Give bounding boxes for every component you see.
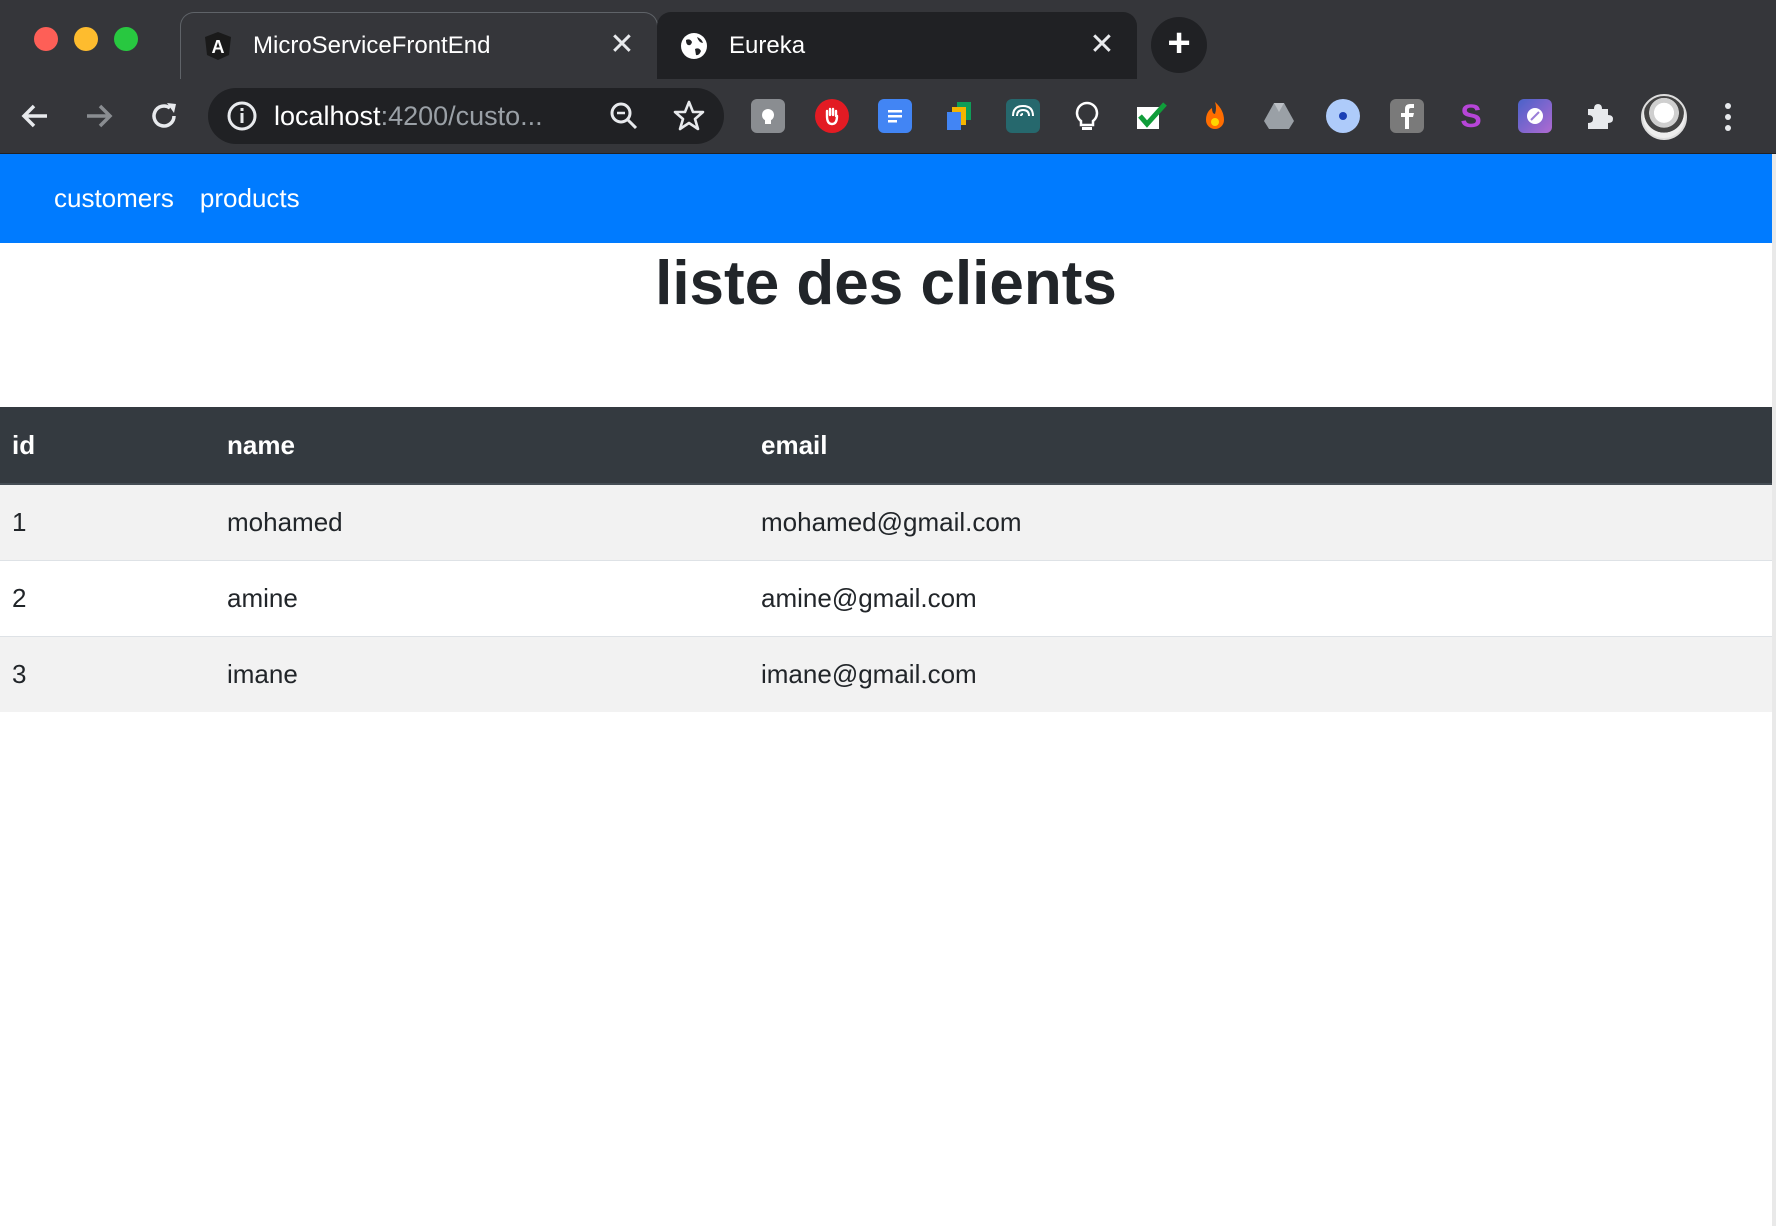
cell-id: 3 <box>12 658 27 689</box>
table-row: 3 imane imane@gmail.com <box>0 636 1772 712</box>
nav-link-products[interactable]: products <box>200 183 300 214</box>
gray-extension-icon[interactable] <box>751 99 785 133</box>
app-navbar: customers products <box>0 154 1772 243</box>
cell-name: imane <box>227 658 298 689</box>
checkmark-extension-icon[interactable] <box>1134 99 1168 133</box>
angular-icon: A <box>203 31 233 61</box>
window-edge <box>1772 154 1776 1226</box>
facebook-icon[interactable] <box>1390 99 1424 133</box>
cell-email: amine@gmail.com <box>761 582 977 613</box>
s-extension-icon[interactable]: S <box>1454 99 1488 133</box>
adblock-hand-icon[interactable] <box>815 99 849 133</box>
table-header-row: id name email <box>0 407 1772 485</box>
fire-extension-icon[interactable] <box>1198 99 1232 133</box>
nav-link-customers[interactable]: customers <box>54 183 174 214</box>
tab-title: Eureka <box>729 31 806 59</box>
fullscreen-window-button[interactable] <box>114 27 138 51</box>
url-text: localhost:4200/custo... <box>274 100 543 131</box>
cell-name: mohamed <box>227 506 343 537</box>
table-row: 1 mohamed mohamed@gmail.com <box>0 484 1772 560</box>
new-tab-button[interactable]: + <box>1151 17 1207 73</box>
table-row: 2 amine amine@gmail.com <box>0 560 1772 636</box>
tab-title: MicroServiceFrontEnd <box>253 32 491 59</box>
menu-kebab-icon[interactable] <box>1716 99 1740 135</box>
column-header-name: name <box>215 407 749 485</box>
purple-extension-icon[interactable] <box>1518 99 1552 133</box>
close-tab-icon[interactable]: ✕ <box>1087 29 1117 61</box>
cell-name: amine <box>227 582 298 613</box>
browser-tab-strip: A MicroServiceFrontEnd ✕ Eureka ✕ + <box>0 0 1776 79</box>
google-drive-icon[interactable] <box>1262 99 1296 133</box>
svg-text:A: A <box>212 37 225 57</box>
cell-id: 2 <box>12 582 27 613</box>
browser-toolbar: localhost:4200/custo... S <box>0 79 1776 154</box>
reload-icon[interactable] <box>143 95 185 137</box>
page-title: liste des clients <box>655 249 1117 318</box>
docs-stack-icon[interactable] <box>942 99 976 133</box>
close-tab-icon[interactable]: ✕ <box>607 30 637 61</box>
tab-eureka[interactable]: Eureka ✕ <box>657 12 1137 79</box>
profile-avatar[interactable] <box>1641 94 1687 140</box>
bookmark-star-icon[interactable] <box>672 99 706 133</box>
tab-microservice-frontend[interactable]: A MicroServiceFrontEnd ✕ <box>180 12 658 79</box>
customers-table: id name email 1 mohamed mohamed@gmail.co… <box>0 407 1772 712</box>
globe-icon <box>679 31 709 61</box>
cell-email: imane@gmail.com <box>761 658 977 689</box>
cell-id: 1 <box>12 506 27 537</box>
back-icon[interactable] <box>14 95 56 137</box>
svg-text:S: S <box>1460 100 1481 132</box>
column-header-email: email <box>749 407 1772 485</box>
wave-extension-icon[interactable] <box>1006 99 1040 133</box>
page-content: customers products liste des clients id … <box>0 154 1772 1226</box>
blue-circle-extension-icon[interactable] <box>1326 99 1360 133</box>
address-bar[interactable]: localhost:4200/custo... <box>208 88 724 144</box>
minimize-window-button[interactable] <box>74 27 98 51</box>
lightbulb-icon[interactable] <box>1070 99 1104 133</box>
column-header-id: id <box>0 407 215 485</box>
cell-email: mohamed@gmail.com <box>761 506 1022 537</box>
puzzle-extensions-icon[interactable] <box>1582 99 1616 133</box>
info-icon[interactable] <box>226 100 258 132</box>
close-window-button[interactable] <box>34 27 58 51</box>
zoom-icon[interactable] <box>608 100 640 132</box>
google-docs-icon[interactable] <box>878 99 912 133</box>
forward-icon[interactable] <box>78 95 120 137</box>
